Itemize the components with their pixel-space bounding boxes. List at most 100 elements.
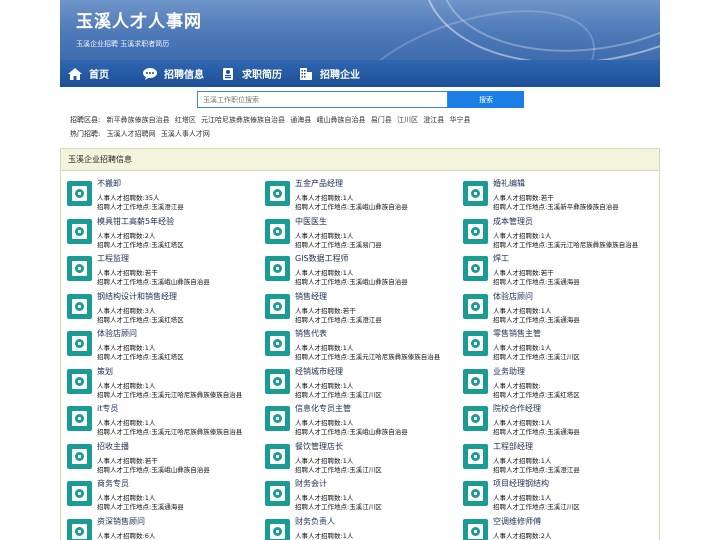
area-link[interactable]: 新平彝族傣族自治县 <box>107 116 170 124</box>
job-card[interactable]: 中医医生 人事人才招聘数:1人 招聘人才工作地点:玉溪易门县 <box>265 216 455 250</box>
site-title[interactable]: 玉溪人才人事网 <box>76 7 202 32</box>
nav-jobs[interactable]: 招聘信息 <box>135 60 213 87</box>
job-title[interactable]: 焊工 <box>493 253 509 264</box>
job-title[interactable]: 中医医生 <box>295 216 327 227</box>
hot-link[interactable]: 玉溪人才招聘网 <box>107 130 156 138</box>
job-title[interactable]: 体验店顾问 <box>493 291 533 302</box>
job-title[interactable]: 招收主播 <box>97 441 129 452</box>
company-logo-icon[interactable] <box>67 406 92 431</box>
job-title[interactable]: 院校合作经理 <box>493 403 541 414</box>
company-logo-icon[interactable] <box>265 443 290 469</box>
job-card[interactable]: 模具钳工高薪5年经验 人事人才招聘数:2人 招聘人才工作地点:玉溪红塔区 <box>67 216 257 250</box>
job-title[interactable]: 五金产品经理 <box>295 178 343 189</box>
job-title[interactable]: 工程部经理 <box>493 441 533 452</box>
job-card[interactable]: 策划 人事人才招聘数:1人 招聘人才工作地点:玉溪元江哈尼族彝族傣族自治县 <box>67 366 257 400</box>
job-card[interactable]: 体验店顾问 人事人才招聘数:1人 招聘人才工作地点:玉溪通海县 <box>463 291 653 325</box>
company-logo-icon[interactable] <box>463 368 488 394</box>
job-card[interactable]: 钢结构设计和销售经理 人事人才招聘数:3人 招聘人才工作地点:玉溪红塔区 <box>67 291 257 325</box>
company-logo-icon[interactable] <box>265 518 290 540</box>
job-card[interactable]: 五金产品经理 人事人才招聘数:1人 招聘人才工作地点:玉溪峨山彝族自治县 <box>265 178 455 212</box>
nav-resumes[interactable]: 求职简历 <box>213 60 291 87</box>
job-title[interactable]: 经销城市经理 <box>295 366 343 377</box>
job-title[interactable]: 销售代表 <box>295 328 327 339</box>
job-title[interactable]: 工程监理 <box>97 253 129 264</box>
area-link[interactable]: 元江哈尼族彝族傣族自治县 <box>201 116 285 124</box>
area-link[interactable]: 通海县 <box>290 116 311 124</box>
job-title[interactable]: 钢结构设计和销售经理 <box>97 291 177 302</box>
job-title[interactable]: 财务负责人 <box>295 516 335 527</box>
nav-companies[interactable]: 招聘企业 <box>291 60 381 87</box>
job-card[interactable]: 体验店顾问 人事人才招聘数:1人 招聘人才工作地点:玉溪红塔区 <box>67 328 257 362</box>
job-title[interactable]: 销售经理 <box>295 291 327 302</box>
company-logo-icon[interactable] <box>265 406 290 431</box>
job-title[interactable]: 商务专员 <box>97 478 129 489</box>
job-card[interactable]: 焊工 人事人才招聘数:若干 招聘人才工作地点:玉溪通海县 <box>463 253 653 287</box>
job-card[interactable]: it专员 人事人才招聘数:1人 招聘人才工作地点:玉溪元江哈尼族彝族傣族自治县 <box>67 403 257 437</box>
company-logo-icon[interactable] <box>67 518 92 540</box>
area-link[interactable]: 江川区 <box>397 116 418 124</box>
job-title[interactable]: 体验店顾问 <box>97 328 137 339</box>
company-logo-icon[interactable] <box>67 218 92 244</box>
area-link[interactable]: 华宁县 <box>449 116 470 124</box>
company-logo-icon[interactable] <box>463 443 488 469</box>
job-title[interactable]: 零售销售主管 <box>493 328 541 339</box>
company-logo-icon[interactable] <box>463 481 488 506</box>
job-card[interactable]: 商务专员 人事人才招聘数:1人 招聘人才工作地点:玉溪通海县 <box>67 478 257 512</box>
job-title[interactable]: 不搬卸 <box>97 178 121 189</box>
job-title[interactable]: 成本管理员 <box>493 216 533 227</box>
job-title[interactable]: it专员 <box>97 403 118 414</box>
job-card[interactable]: 销售经理 人事人才招聘数:若干 招聘人才工作地点:玉溪澄江县 <box>265 291 455 325</box>
job-title[interactable]: 婚礼编辑 <box>493 178 525 189</box>
job-card[interactable]: 销售代表 人事人才招聘数:1人 招聘人才工作地点:玉溪元江哈尼族彝族傣族自治县 <box>265 328 455 362</box>
area-link[interactable]: 峨山彝族自治县 <box>317 116 366 124</box>
job-card[interactable]: 财务负责人人事人才招聘数:1人招聘人才工作地点: <box>265 516 455 540</box>
company-logo-icon[interactable] <box>265 181 290 206</box>
job-card[interactable]: 工程部经理 人事人才招聘数:1人 招聘人才工作地点:玉溪澄江县 <box>463 441 653 475</box>
nav-home[interactable]: 首页 <box>60 60 135 87</box>
company-logo-icon[interactable] <box>265 331 290 356</box>
area-link[interactable]: 红塔区 <box>175 116 196 124</box>
job-title[interactable]: GIS数据工程师 <box>295 253 349 264</box>
company-logo-icon[interactable] <box>67 331 92 356</box>
company-logo-icon[interactable] <box>67 181 92 206</box>
company-logo-icon[interactable] <box>265 481 290 506</box>
job-title[interactable]: 餐饮管理店长 <box>295 441 343 452</box>
job-card[interactable]: 婚礼编辑 人事人才招聘数:若干 招聘人才工作地点:玉溪新平彝族傣族自治县 <box>463 178 653 212</box>
job-card[interactable]: 成本管理员 人事人才招聘数:1人 招聘人才工作地点:玉溪元江哈尼族彝族傣族自治县 <box>463 216 653 250</box>
job-card[interactable]: 招收主播 人事人才招聘数:若干 招聘人才工作地点:玉溪峨山彝族自治县 <box>67 441 257 475</box>
job-card[interactable]: 经销城市经理 人事人才招聘数:1人 招聘人才工作地点:玉溪江川区 <box>265 366 455 400</box>
company-logo-icon[interactable] <box>463 331 488 356</box>
company-logo-icon[interactable] <box>67 368 92 394</box>
company-logo-icon[interactable] <box>463 406 488 431</box>
area-link[interactable]: 易门县 <box>371 116 392 124</box>
job-card[interactable]: 不搬卸 人事人才招聘数:35人 招聘人才工作地点:玉溪澄江县 <box>67 178 257 212</box>
hot-link[interactable]: 玉溪人事人才网 <box>161 130 210 138</box>
job-card[interactable]: 项目经理钢结构 人事人才招聘数:1人 招聘人才工作地点:玉溪江川区 <box>463 478 653 512</box>
job-card[interactable]: 餐饮管理店长 人事人才招聘数:1人 招聘人才工作地点:玉溪江川区 <box>265 441 455 475</box>
company-logo-icon[interactable] <box>265 368 290 394</box>
job-card[interactable]: 工程监理 人事人才招聘数:若干 招聘人才工作地点:玉溪峨山彝族自治县 <box>67 253 257 287</box>
company-logo-icon[interactable] <box>265 256 290 281</box>
job-title[interactable]: 业务助理 <box>493 366 525 377</box>
job-card[interactable]: 空调维修师傅人事人才招聘数:2人招聘人才工作地点: <box>463 516 653 540</box>
company-logo-icon[interactable] <box>265 218 290 244</box>
job-title[interactable]: 财务会计 <box>295 478 327 489</box>
job-card[interactable]: 信息化专员主管 人事人才招聘数:1人 招聘人才工作地点:玉溪峨山彝族自治县 <box>265 403 455 437</box>
job-title[interactable]: 空调维修师傅 <box>493 516 541 527</box>
job-title[interactable]: 项目经理钢结构 <box>493 478 549 489</box>
company-logo-icon[interactable] <box>463 218 488 244</box>
job-card[interactable]: 院校合作经理 人事人才招聘数:1人 招聘人才工作地点:玉溪通海县 <box>463 403 653 437</box>
job-title[interactable]: 信息化专员主管 <box>295 403 351 414</box>
company-logo-icon[interactable] <box>265 293 290 319</box>
company-logo-icon[interactable] <box>463 181 488 206</box>
search-button[interactable]: 搜索 <box>448 91 524 108</box>
company-logo-icon[interactable] <box>463 256 488 281</box>
job-title[interactable]: 策划 <box>97 366 113 377</box>
company-logo-icon[interactable] <box>463 518 488 540</box>
company-logo-icon[interactable] <box>67 481 92 506</box>
job-card[interactable]: 财务会计 人事人才招聘数:1人 招聘人才工作地点:玉溪江川区 <box>265 478 455 512</box>
job-title[interactable]: 资深销售顾问 <box>97 516 145 527</box>
job-card[interactable]: 资深销售顾问人事人才招聘数:6人招聘人才工作地点: <box>67 516 257 540</box>
job-card[interactable]: 零售销售主管 人事人才招聘数:1人 招聘人才工作地点:玉溪江川区 <box>463 328 653 362</box>
search-input[interactable] <box>197 91 448 108</box>
